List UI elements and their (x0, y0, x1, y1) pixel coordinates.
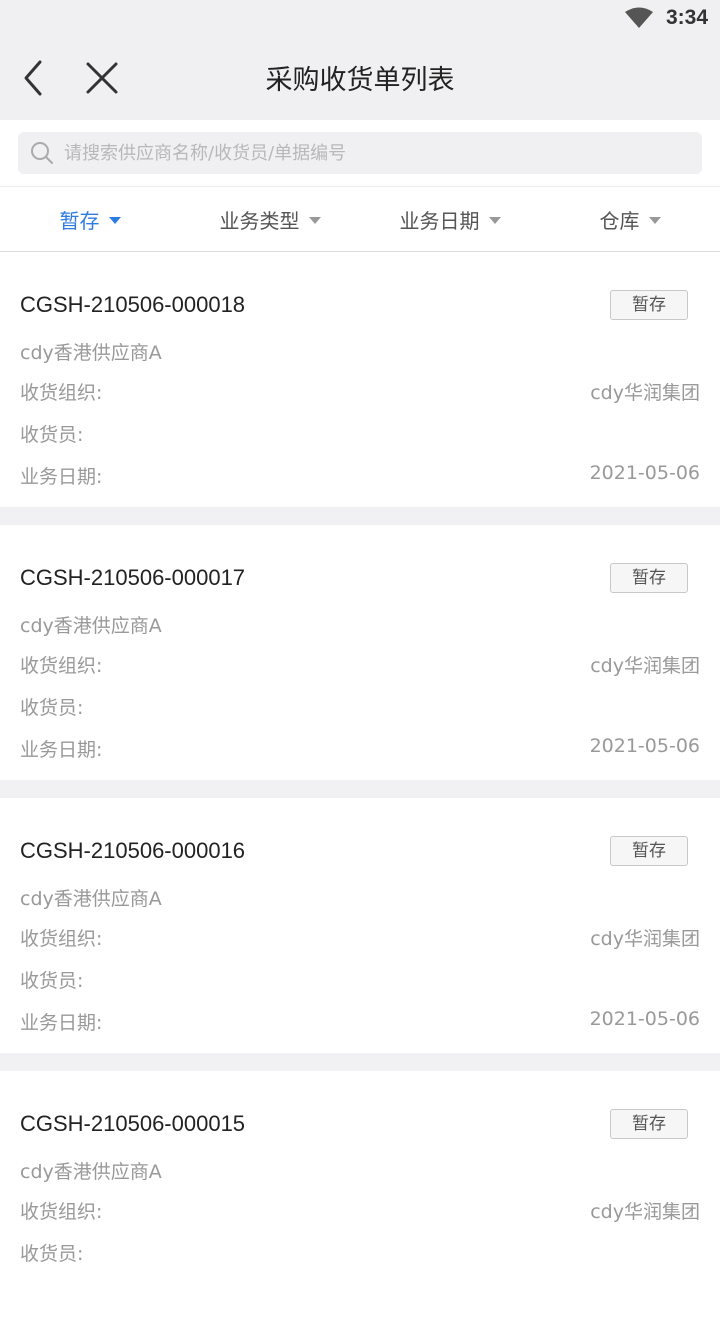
filter-business-date[interactable]: 业务日期 (360, 187, 540, 251)
filter-business-type[interactable]: 业务类型 (180, 187, 360, 251)
status-badge: 暂存 (610, 290, 688, 320)
date-label: 业务日期: (20, 739, 103, 761)
order-number: CGSH-210506-000016 (20, 838, 246, 863)
supplier-name: cdy香港供应商A (20, 1161, 162, 1183)
caret-down-icon (108, 216, 121, 224)
status-badge: 暂存 (610, 1109, 688, 1139)
divider (0, 1053, 720, 1071)
date-value: 2021-05-06 (589, 735, 700, 757)
receiver-label: 收货员: (20, 970, 84, 992)
title-bar: 采购收货单列表 (0, 36, 720, 120)
org-label: 收货组织: (20, 382, 103, 404)
date-value: 2021-05-06 (589, 1008, 700, 1030)
divider (0, 507, 720, 525)
org-label: 收货组织: (20, 655, 103, 677)
search-icon (31, 142, 53, 164)
order-number: CGSH-210506-000018 (20, 292, 246, 317)
org-label: 收货组织: (20, 928, 103, 950)
date-label: 业务日期: (20, 466, 103, 488)
wifi-icon (625, 7, 653, 28)
filter-warehouse-label: 仓库 (599, 208, 640, 233)
supplier-name: cdy香港供应商A (20, 615, 162, 637)
caret-down-icon (648, 216, 661, 224)
status-time: 3:34 (665, 6, 708, 29)
filter-business-date-label: 业务日期 (399, 208, 480, 233)
filter-warehouse[interactable]: 仓库 (540, 187, 720, 251)
search-input[interactable] (62, 132, 682, 174)
page-title: 采购收货单列表 (265, 65, 455, 96)
order-number: CGSH-210506-000017 (20, 565, 246, 590)
org-value: cdy华润集团 (590, 655, 700, 677)
filter-business-type-label: 业务类型 (219, 208, 300, 233)
filter-status[interactable]: 暂存 (0, 187, 180, 251)
order-card[interactable]: CGSH-210506-000015 暂存 cdy香港供应商A 收货组织: cd… (0, 1071, 720, 1326)
order-card[interactable]: CGSH-210506-000016 暂存 cdy香港供应商A 收货组织: cd… (0, 798, 720, 1053)
order-number: CGSH-210506-000015 (20, 1111, 246, 1136)
date-label: 业务日期: (20, 1012, 103, 1034)
order-card[interactable]: CGSH-210506-000018 暂存 cdy香港供应商A 收货组织: cd… (0, 252, 720, 507)
caret-down-icon (308, 216, 321, 224)
org-value: cdy华润集团 (590, 1201, 700, 1223)
status-badge: 暂存 (610, 836, 688, 866)
status-badge: 暂存 (610, 563, 688, 593)
filter-status-label: 暂存 (59, 208, 100, 233)
supplier-name: cdy香港供应商A (20, 888, 162, 910)
caret-down-icon (488, 216, 501, 224)
org-value: cdy华润集团 (590, 928, 700, 950)
receiver-label: 收货员: (20, 697, 84, 719)
org-value: cdy华润集团 (590, 382, 700, 404)
order-card[interactable]: CGSH-210506-000017 暂存 cdy香港供应商A 收货组织: cd… (0, 525, 720, 780)
filter-bar: 暂存 业务类型 业务日期 仓库 (0, 186, 720, 252)
order-list: CGSH-210506-000018 暂存 cdy香港供应商A 收货组织: cd… (0, 252, 720, 1326)
receiver-label: 收货员: (20, 1243, 84, 1265)
search-box[interactable] (18, 132, 702, 174)
status-bar: 3:34 (0, 0, 720, 36)
divider (0, 780, 720, 798)
receiver-label: 收货员: (20, 424, 84, 446)
date-value: 2021-05-06 (589, 462, 700, 484)
supplier-name: cdy香港供应商A (20, 342, 162, 364)
search-bar (0, 120, 720, 186)
org-label: 收货组织: (20, 1201, 103, 1223)
